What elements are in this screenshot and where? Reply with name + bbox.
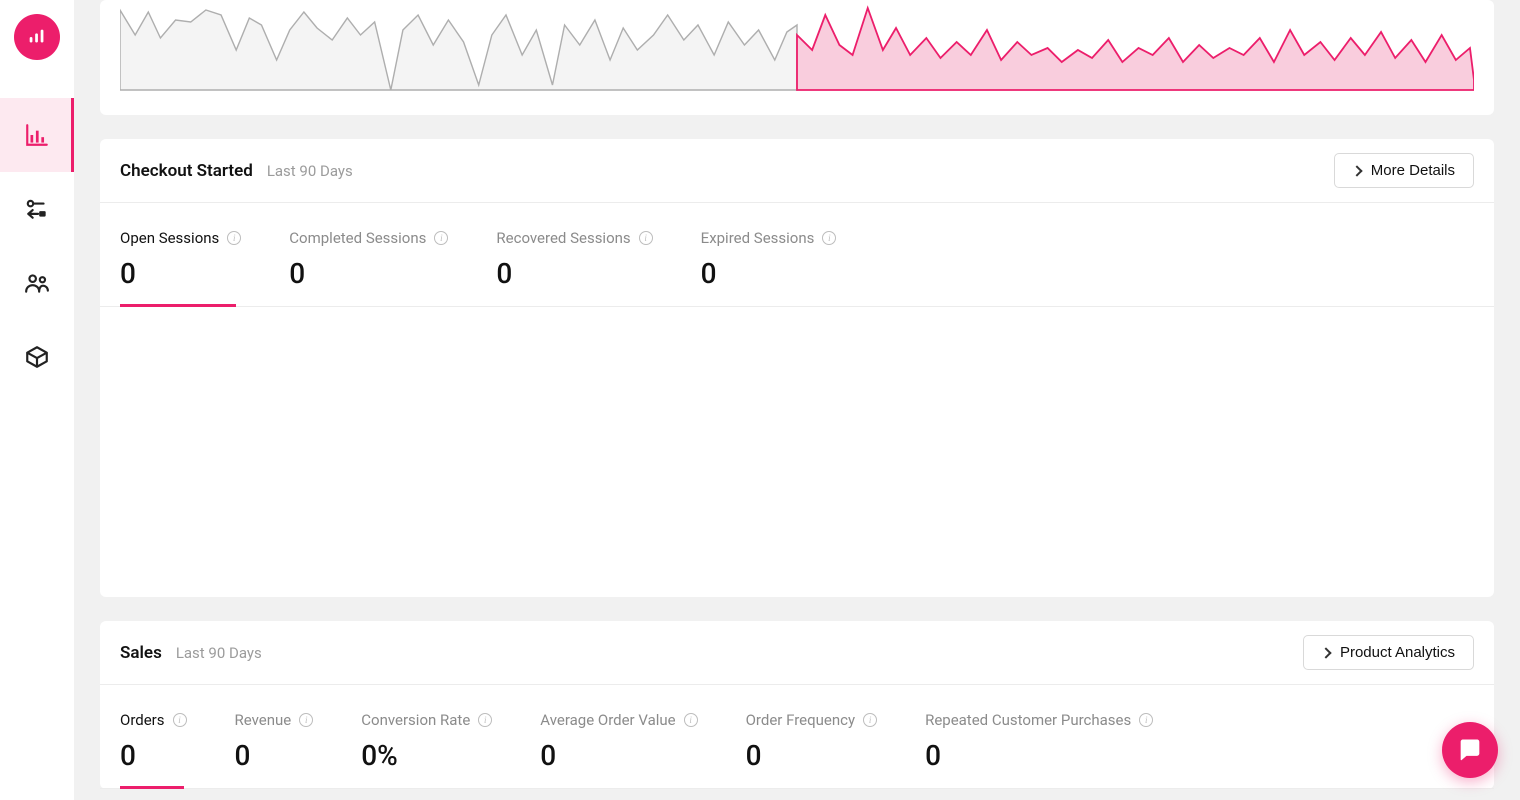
chat-launcher[interactable] (1442, 722, 1498, 778)
product-analytics-button[interactable]: Product Analytics (1303, 635, 1474, 670)
tab-value: 0 (925, 739, 1153, 772)
checkout-card: Checkout Started Last 90 Days More Detai… (100, 139, 1494, 597)
info-icon[interactable]: i (299, 713, 313, 727)
info-icon[interactable]: i (1139, 713, 1153, 727)
tab-value: 0 (746, 739, 877, 772)
tab-value: 0 (289, 257, 448, 290)
chart-icon (24, 122, 50, 148)
tab-label: Completed Sessions (289, 229, 426, 247)
sales-header: Sales Last 90 Days Product Analytics (100, 621, 1494, 685)
top-chart-card (100, 0, 1494, 115)
info-icon[interactable]: i (822, 231, 836, 245)
button-label: More Details (1371, 162, 1455, 179)
tab-completed-sessions[interactable]: Completed Sessions i 0 (289, 229, 448, 306)
sales-card: Sales Last 90 Days Product Analytics Ord… (100, 621, 1494, 789)
checkout-header: Checkout Started Last 90 Days More Detai… (100, 139, 1494, 203)
tab-value: 0 (120, 739, 187, 772)
chat-icon (1456, 736, 1484, 764)
button-label: Product Analytics (1340, 644, 1455, 661)
tab-revenue[interactable]: Revenue i 0 (235, 711, 314, 788)
nav-products[interactable] (0, 320, 74, 394)
nav-analytics[interactable] (0, 98, 74, 172)
box-icon (24, 344, 50, 370)
tab-avg-order-value[interactable]: Average Order Value i 0 (540, 711, 697, 788)
info-icon[interactable]: i (863, 713, 877, 727)
bars-icon (26, 26, 48, 48)
checkout-title: Checkout Started (120, 161, 253, 181)
sales-title: Sales (120, 643, 162, 663)
nav-flows[interactable] (0, 172, 74, 246)
tab-value: 0 (701, 257, 837, 290)
flow-icon (24, 196, 50, 222)
tab-orders[interactable]: Ordersi 0 (120, 711, 187, 788)
tab-label: Expired Sessions (701, 229, 815, 247)
info-icon[interactable]: i (639, 231, 653, 245)
people-icon (24, 270, 50, 296)
chevron-right-icon (1351, 165, 1362, 176)
tab-expired-sessions[interactable]: Expired Sessions i 0 (701, 229, 837, 306)
tab-order-frequency[interactable]: Order Frequency i 0 (746, 711, 877, 788)
tab-label: Open Sessions (120, 229, 219, 247)
info-icon[interactable]: i (684, 713, 698, 727)
tab-open-sessions[interactable]: Open Sessions i 0 (120, 229, 241, 306)
nav-customers[interactable] (0, 246, 74, 320)
sales-subtitle: Last 90 Days (176, 644, 262, 662)
tab-label: Conversion Rate (361, 711, 470, 729)
chevron-right-icon (1320, 647, 1331, 658)
info-icon[interactable]: i (434, 231, 448, 245)
main-content: Checkout Started Last 90 Days More Detai… (74, 0, 1520, 800)
tab-label: Orders (120, 711, 165, 729)
brand-logo[interactable] (14, 14, 60, 60)
info-icon[interactable]: i (478, 713, 492, 727)
checkout-tabs: Open Sessions i 0 Completed Sessions i 0 R… (100, 203, 1494, 307)
top-chart (120, 0, 1474, 115)
tab-label: Revenue (235, 711, 292, 729)
info-icon[interactable]: i (227, 231, 241, 245)
sales-tabs: Ordersi 0 Revenuei 0 Conversion Ratei 0%… (100, 685, 1494, 789)
tab-value: 0 (496, 257, 652, 290)
info-icon[interactable]: i (173, 713, 187, 727)
tab-value: 0 (120, 257, 241, 290)
tab-value: 0% (361, 739, 492, 772)
checkout-body (100, 307, 1494, 597)
tab-label: Average Order Value (540, 711, 675, 729)
tab-value: 0 (540, 739, 697, 772)
tab-repeated-purchases[interactable]: Repeated Customer Purchases i 0 (925, 711, 1153, 788)
tab-label: Order Frequency (746, 711, 855, 729)
more-details-button[interactable]: More Details (1334, 153, 1474, 188)
tab-label: Repeated Customer Purchases (925, 711, 1131, 729)
checkout-subtitle: Last 90 Days (267, 162, 353, 180)
tab-label: Recovered Sessions (496, 229, 630, 247)
tab-recovered-sessions[interactable]: Recovered Sessions i 0 (496, 229, 652, 306)
tab-conversion-rate[interactable]: Conversion Rate i 0% (361, 711, 492, 788)
tab-value: 0 (235, 739, 314, 772)
sidebar (0, 0, 74, 800)
